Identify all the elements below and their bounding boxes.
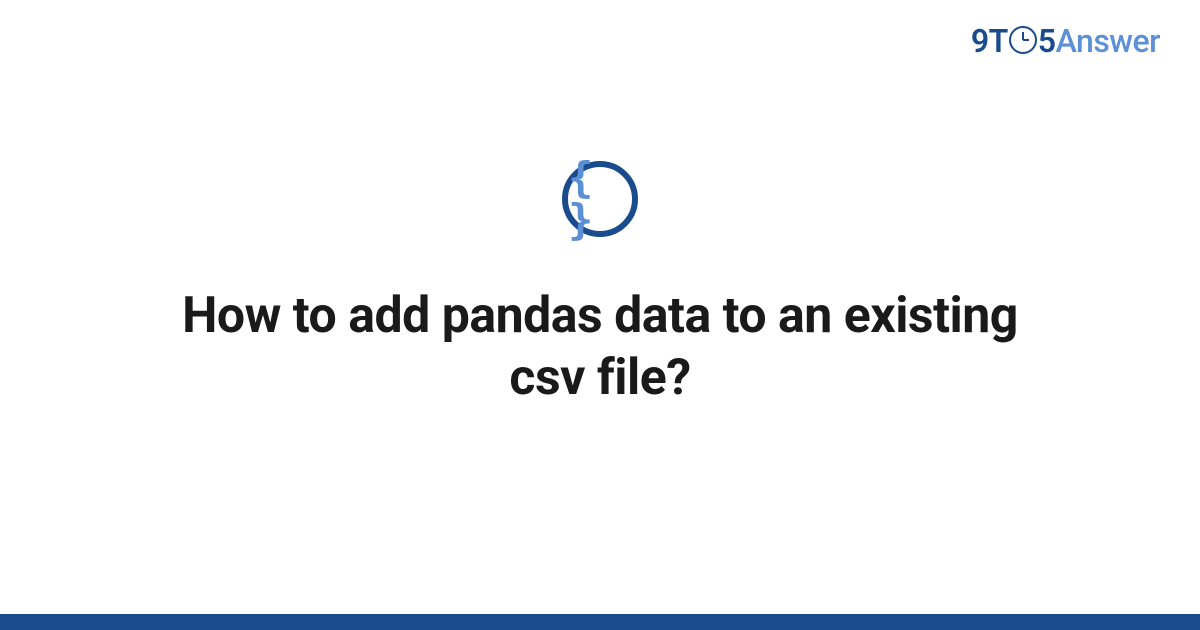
main-content: { } How to add pandas data to an existin… — [0, 0, 1200, 630]
category-icon-circle: { } — [562, 161, 638, 237]
page-title: How to add pandas data to an existing cs… — [150, 285, 1050, 410]
code-braces-icon: { } — [568, 157, 632, 241]
footer-accent-bar — [0, 614, 1200, 630]
